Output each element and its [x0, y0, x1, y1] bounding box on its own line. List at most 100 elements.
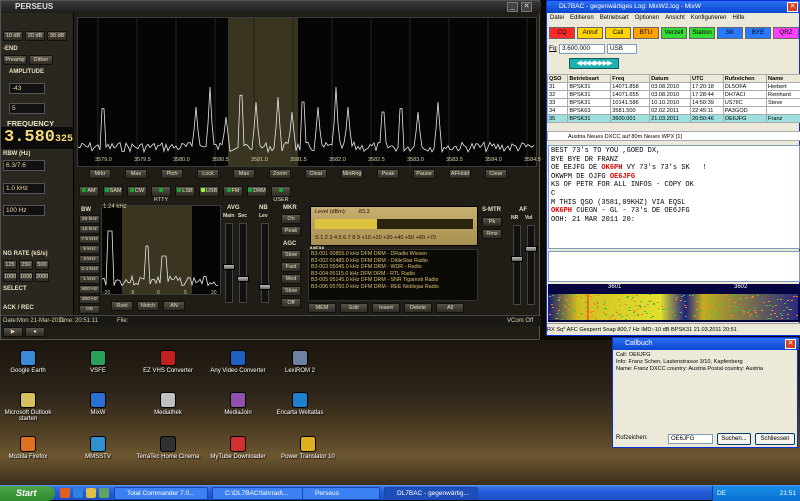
freq-input[interactable]: 3.600.000	[559, 44, 605, 54]
log-column-header[interactable]: Rufzeichen	[723, 75, 766, 83]
log-column-header[interactable]: Freq	[611, 75, 650, 83]
table-row[interactable]: 33BPSK3110141.58610.10.201014:50:39US7II…	[548, 99, 800, 107]
agc-slow-button[interactable]: Slow	[281, 286, 301, 296]
memory-item[interactable]: B3-006 05760.0 kHz DFM DRM - REE Nobleja…	[311, 284, 475, 291]
folder-quicklaunch-icon[interactable]	[86, 488, 96, 498]
zoom-30db-button[interactable]: 30 dB	[47, 31, 67, 41]
mixw-title-bar[interactable]: DL7BAC - gegenwärtiges Log: MixW2.log - …	[547, 1, 800, 13]
memory-list[interactable]: B3-001 00855.0 kHz DFM DRM - DRadio Wiss…	[308, 249, 478, 301]
spectrum-ptch-button[interactable]: Ptch	[161, 169, 183, 179]
rate-250-button[interactable]: 250	[19, 260, 33, 270]
spectrum-zoom-button[interactable]: Zoom	[269, 169, 291, 179]
desktop-icon[interactable]: TerraTec Home Cinema	[136, 436, 200, 470]
mode-am-button[interactable]: AM	[79, 186, 99, 197]
menu-editieren[interactable]: Editieren	[570, 15, 594, 21]
mkr-on-button[interactable]: On	[281, 214, 301, 224]
close-button[interactable]: ✕	[787, 2, 798, 12]
volume-fader[interactable]	[527, 225, 535, 305]
avg-main-fader[interactable]	[225, 223, 233, 303]
preamp-button[interactable]: Preamp	[3, 55, 27, 65]
spectrum-clear-button[interactable]: Clear	[305, 169, 327, 179]
bw-3-button[interactable]: 5 kHz	[79, 245, 100, 254]
callbuch-title-bar[interactable]: Callbuch	[613, 338, 799, 350]
taskbar-task[interactable]: DL7BAC - gegenwärtig...	[384, 487, 478, 500]
perseus-title-bar[interactable]: PERSEUS	[1, 1, 541, 13]
desktop-icon[interactable]: MediaJoin	[206, 392, 270, 426]
spectrum-lock-button[interactable]: Lock	[197, 169, 219, 179]
firefox-quicklaunch-icon[interactable]	[60, 488, 70, 498]
waterfall[interactable]: 3601 3602	[548, 284, 800, 322]
close-button[interactable]: ✕	[785, 339, 796, 349]
desktop-icon[interactable]: Power Translator 10	[276, 436, 340, 470]
taskbar-task[interactable]: Total Commander 7.0...	[114, 487, 208, 500]
table-row[interactable]: 31BPSK3114071.85803.08.201017:20:18DL5OF…	[548, 83, 800, 91]
nr-fader[interactable]	[513, 225, 521, 305]
rate-2000-button[interactable]: 2000	[35, 272, 49, 282]
bw-1-button[interactable]: 15 kHz	[79, 225, 100, 234]
agc-med-button[interactable]: Med	[281, 274, 301, 284]
span-field[interactable]: 1.0 kHz	[3, 183, 45, 194]
mode-fm-button[interactable]: FM	[223, 186, 243, 197]
mode-cw-button[interactable]: CW	[127, 186, 147, 197]
spectrum-max-button[interactable]: Max	[125, 169, 147, 179]
bw-9-button[interactable]: DB	[79, 305, 100, 314]
macro-qrz-button[interactable]: QRZ	[773, 27, 799, 39]
receive-text-area[interactable]: BEST 73's TO YOU ,GOED DX,BYE BYE DR FRA…	[548, 145, 800, 249]
log-column-header[interactable]: Name	[767, 75, 800, 83]
taskbar-task[interactable]: C:\DL7BAC\fahrrad\...	[212, 487, 306, 500]
fader-knob[interactable]	[223, 264, 235, 270]
fader-knob[interactable]	[237, 276, 249, 282]
spectrum-max-button[interactable]: Max	[233, 169, 255, 179]
rate-1000-button[interactable]: 1000	[3, 272, 17, 282]
log-column-header[interactable]: Datum	[650, 75, 691, 83]
spectrum-mrkr-button[interactable]: Mrkr	[89, 169, 111, 179]
zoom-10db-button[interactable]: 10 dB	[3, 31, 23, 41]
mem-delete-button[interactable]: Delete	[404, 303, 432, 313]
callsign-input[interactable]: OE6JFG	[668, 434, 713, 444]
table-row[interactable]: 34BPSK633581.50002.02.201122:45:11PA3GOD	[548, 107, 800, 115]
menu-betriebsart[interactable]: Betriebsart	[600, 15, 629, 21]
minimize-button[interactable]: _	[507, 2, 518, 12]
bw-0-button[interactable]: 25 kHz	[79, 215, 100, 224]
desktop-icon[interactable]: Mediathek	[136, 392, 200, 426]
fader-knob[interactable]	[511, 256, 523, 262]
menu-ansicht[interactable]: Ansicht	[665, 15, 685, 21]
ie-quicklaunch-icon[interactable]	[73, 488, 83, 498]
smtr-pk-button[interactable]: Pk	[482, 217, 502, 227]
rate-500-button[interactable]: 500	[35, 260, 49, 270]
an-button[interactable]: AN	[163, 301, 185, 311]
mem-edit-button[interactable]: Edit	[340, 303, 368, 313]
menu-optionen[interactable]: Optionen	[635, 15, 659, 21]
mem-insert-button[interactable]: Insert	[372, 303, 400, 313]
bw-spectrum[interactable]	[101, 205, 221, 295]
spectrum-minrng-button[interactable]: MinRng	[341, 169, 363, 179]
macro-bye-button[interactable]: BYE	[745, 27, 771, 39]
record-button[interactable]: ●	[25, 327, 45, 337]
mode-drm-button[interactable]: DRM	[247, 186, 267, 197]
desktop-icon[interactable]: VSFE	[66, 350, 130, 384]
main-spectrum[interactable]	[77, 17, 537, 167]
avg-sec-fader[interactable]	[239, 223, 247, 303]
spectrum-afhold-button[interactable]: AFHold	[449, 169, 471, 179]
bw-8-button[interactable]: 300 Hz	[79, 295, 100, 304]
rate-1600-button[interactable]: 1600	[19, 272, 33, 282]
value2-field[interactable]: 5	[9, 103, 45, 114]
macro-anruf-button[interactable]: Anruf	[577, 27, 603, 39]
close-button[interactable]: ✕	[521, 2, 532, 12]
notch-button[interactable]: Notch	[137, 301, 159, 311]
mem-all-button[interactable]: All	[436, 303, 464, 313]
mode-rtty-button[interactable]: RTTY	[151, 186, 171, 197]
agc-slow-button[interactable]: Slow	[281, 250, 301, 260]
close-dialog-button[interactable]: Schliessen	[755, 433, 795, 445]
rbw-field[interactable]: 6.3/7.6	[3, 160, 45, 171]
table-row[interactable]: 32BPSK3114071.65503.08.201017:28:44DH7AC…	[548, 91, 800, 99]
bw-7-button[interactable]: 500 Hz	[79, 285, 100, 294]
zoom-20db-button[interactable]: 20 dB	[25, 31, 45, 41]
transmit-text-area[interactable]	[548, 251, 800, 282]
log-column-header[interactable]: UTC	[691, 75, 724, 83]
bw-2-button[interactable]: 7.5 kHz	[79, 235, 100, 244]
macro-verzell-button[interactable]: Verzell	[661, 27, 687, 39]
rset-button[interactable]: Rset	[111, 301, 133, 311]
taskbar-task[interactable]: Perseus	[302, 487, 380, 500]
agc-off-button[interactable]: Off	[281, 298, 301, 308]
